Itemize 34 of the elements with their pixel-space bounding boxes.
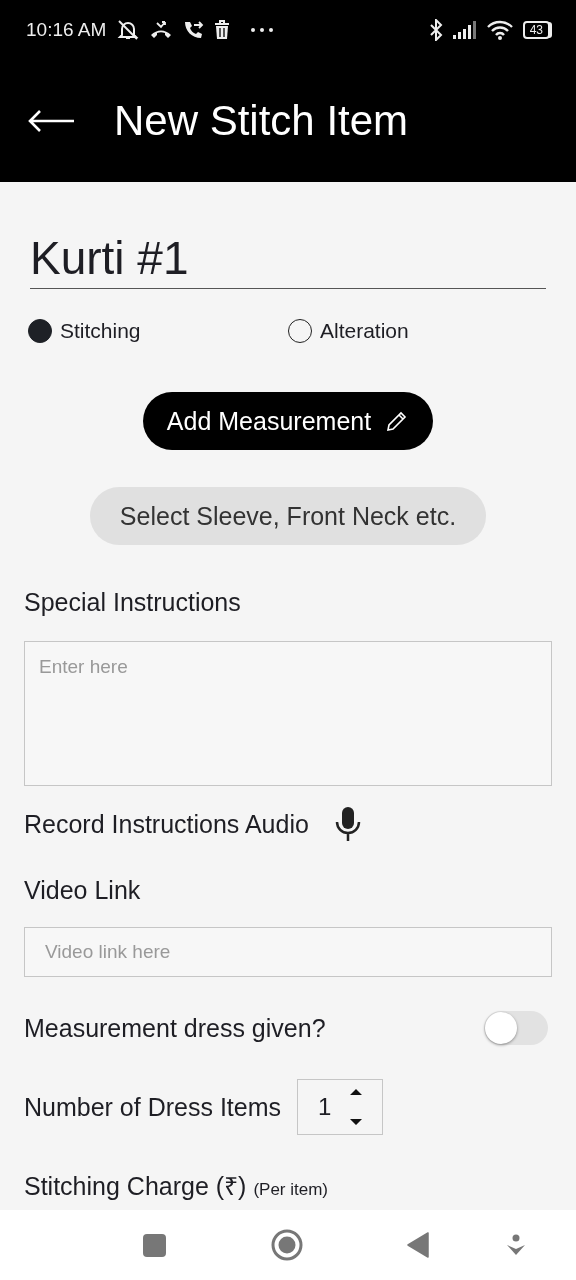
radio-button[interactable]	[28, 319, 52, 343]
add-measurement-button[interactable]: Add Measurement	[142, 392, 434, 450]
signal-icon	[452, 21, 477, 39]
measurement-dress-label: Measurement dress given?	[24, 1013, 326, 1043]
special-instructions-field[interactable]: Enter here	[24, 641, 552, 786]
more-icon	[250, 27, 275, 33]
home-icon[interactable]	[271, 1229, 303, 1261]
radio-option[interactable]: Stitching	[28, 319, 288, 343]
stepper-arrows-icon[interactable]	[349, 1088, 364, 1126]
microphone-icon[interactable]	[334, 806, 361, 842]
muted-bell-icon	[116, 19, 141, 41]
missed-call-icon	[150, 20, 173, 40]
video-link-field[interactable]: Video link here	[24, 927, 552, 977]
special-instructions-label: Special Instructions	[24, 587, 242, 617]
select-options-button[interactable]: Select Sleeve, Front Neck etc.	[89, 487, 487, 545]
screen-title: New Stitch Item	[114, 97, 409, 145]
bluetooth-icon	[428, 19, 443, 41]
trash-icon	[214, 20, 231, 40]
back-arrow-icon[interactable]	[28, 110, 74, 132]
item-name-field[interactable]: Kurti #1	[30, 232, 546, 289]
status-time: 10:16 AM	[26, 19, 107, 41]
stitching-charge-label: Stitching Charge (₹) (Per item)	[24, 1171, 329, 1202]
video-link-label: Video Link	[24, 875, 142, 905]
battery-indicator: 43	[522, 21, 550, 39]
back-icon[interactable]	[407, 1232, 429, 1258]
wifi-icon	[486, 20, 513, 40]
radio-option[interactable]: Alteration	[288, 319, 548, 343]
record-audio-label: Record Instructions Audio	[24, 809, 309, 839]
dress-items-stepper[interactable]: 1	[297, 1079, 383, 1135]
assist-icon[interactable]	[506, 1234, 526, 1256]
dress-items-label: Number of Dress Items	[24, 1092, 281, 1122]
recents-icon[interactable]	[143, 1233, 166, 1257]
toggle-switch[interactable]	[484, 1011, 548, 1045]
forwarded-call-icon	[182, 19, 205, 41]
